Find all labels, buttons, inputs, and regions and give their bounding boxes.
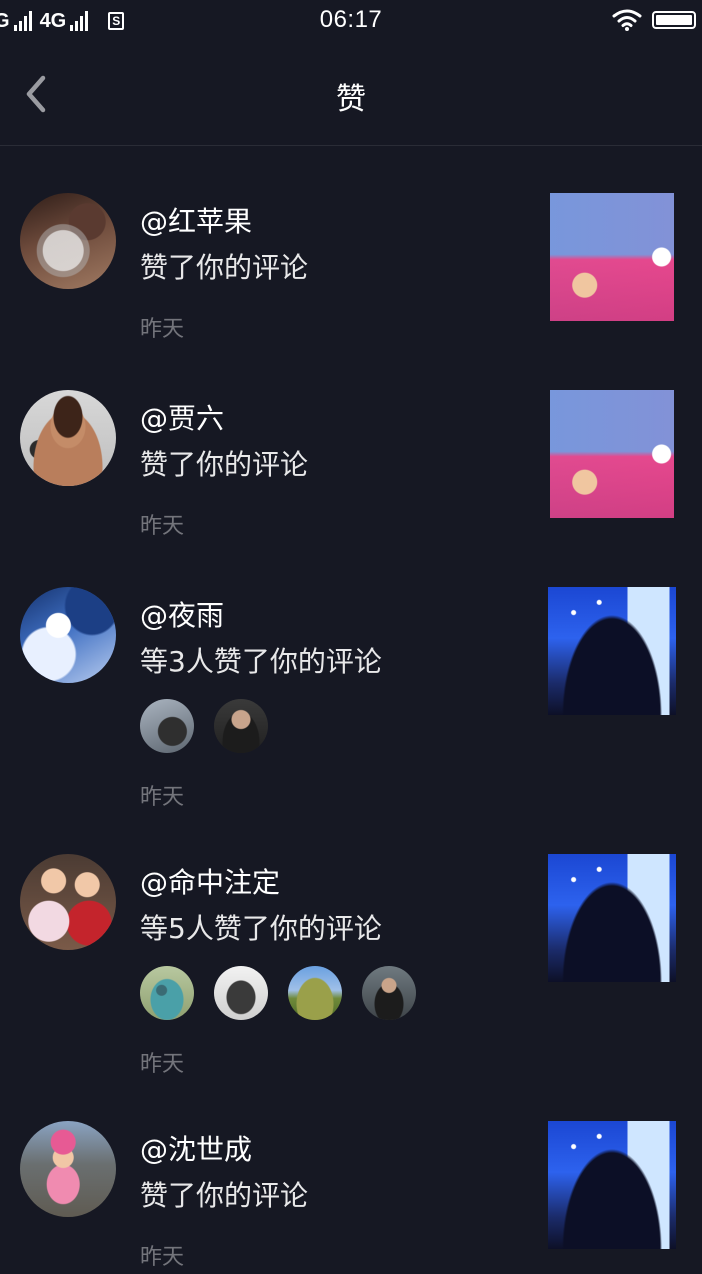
video-thumbnail[interactable]: [548, 854, 676, 982]
liker-avatar[interactable]: [140, 966, 194, 1020]
status-bar-right: [612, 8, 696, 32]
nav-bar: 赞: [0, 42, 702, 146]
page-title: 赞: [336, 82, 366, 117]
liker-avatar[interactable]: [288, 966, 342, 1020]
wifi-icon: [612, 9, 642, 31]
action-text: 赞了你的评论: [140, 448, 309, 481]
status-bar: G 4G S 06:17: [0, 0, 702, 42]
status-time: 06:17: [319, 6, 383, 33]
username[interactable]: @贾六: [140, 402, 520, 436]
liker-avatars: [140, 699, 520, 753]
liker-avatar[interactable]: [214, 966, 268, 1020]
item-text: @夜雨 等3人赞了你的评论 昨天: [140, 587, 520, 811]
timestamp: 昨天: [140, 785, 185, 810]
timestamp: 昨天: [140, 317, 185, 342]
timestamp: 昨天: [140, 1245, 185, 1270]
timestamp: 昨天: [140, 514, 185, 539]
avatar[interactable]: [20, 193, 116, 289]
item-text: @命中注定 等5人赞了你的评论 昨天: [140, 854, 520, 1078]
timestamp: 昨天: [140, 1052, 185, 1077]
item-text: @沈世成 赞了你的评论 昨天: [140, 1121, 520, 1271]
video-thumbnail[interactable]: [550, 390, 674, 518]
avatar[interactable]: [20, 854, 116, 950]
avatar[interactable]: [20, 587, 116, 683]
action-text: 赞了你的评论: [140, 251, 309, 284]
battery-icon: [652, 11, 696, 29]
action-text: 等5人赞了你的评论: [140, 912, 382, 945]
avatar[interactable]: [20, 390, 116, 486]
item-text: @红苹果 赞了你的评论 昨天: [140, 193, 520, 343]
liker-avatar[interactable]: [140, 699, 194, 753]
liker-avatar[interactable]: [362, 966, 416, 1020]
liker-avatars: [140, 966, 520, 1020]
video-thumbnail[interactable]: [550, 193, 674, 321]
avatar[interactable]: [20, 1121, 116, 1217]
battery-level: [656, 15, 692, 25]
action-text: 等3人赞了你的评论: [140, 645, 382, 678]
username[interactable]: @夜雨: [140, 599, 520, 633]
video-thumbnail[interactable]: [548, 1121, 676, 1249]
item-text: @贾六 赞了你的评论 昨天: [140, 390, 520, 540]
username[interactable]: @红苹果: [140, 205, 520, 239]
action-text: 赞了你的评论: [140, 1179, 309, 1212]
username[interactable]: @命中注定: [140, 866, 520, 900]
username[interactable]: @沈世成: [140, 1133, 520, 1167]
liker-avatar[interactable]: [214, 699, 268, 753]
video-thumbnail[interactable]: [548, 587, 676, 715]
